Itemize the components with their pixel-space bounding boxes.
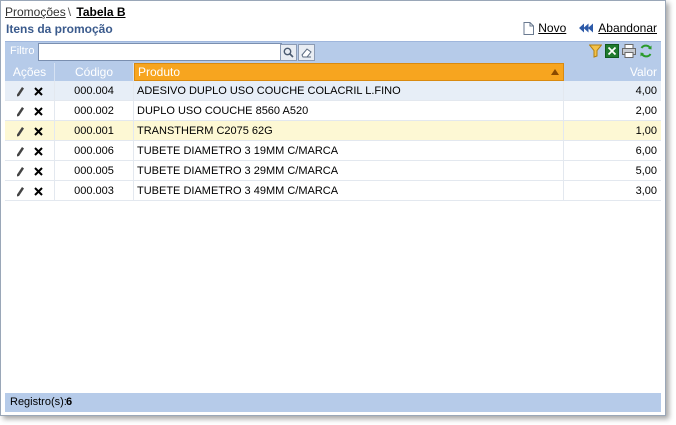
filter-label: Filtro: [10, 45, 35, 57]
table-row[interactable]: 000.005 TUBETE DIAMETRO 3 29MM C/MARCA 5…: [5, 161, 661, 181]
pencil-icon[interactable]: [16, 186, 25, 197]
excel-icon: [605, 44, 619, 58]
delete-icon[interactable]: [34, 146, 43, 156]
abandon-label: Abandonar: [598, 21, 657, 35]
new-label: Novo: [538, 21, 567, 35]
record-count-value: 6: [66, 396, 73, 408]
cell-product: TUBETE DIAMETRO 3 49MM C/MARCA: [134, 181, 564, 201]
row-actions: [5, 141, 55, 161]
grid-footer: Registro(s): 6: [5, 393, 661, 412]
pencil-icon[interactable]: [16, 106, 25, 117]
clear-filter-button[interactable]: [298, 44, 315, 61]
refresh-button[interactable]: [639, 44, 653, 58]
cell-code: 000.004: [55, 81, 134, 101]
cell-value: 5,00: [635, 165, 657, 177]
top-actions: Novo Abandonar: [511, 21, 657, 35]
pencil-icon[interactable]: [16, 86, 25, 97]
column-header-product-label: Produto: [138, 65, 181, 79]
cell-value: 4,00: [635, 85, 657, 97]
cell-product: TUBETE DIAMETRO 3 19MM C/MARCA: [134, 141, 564, 161]
document-icon: [523, 21, 535, 35]
column-header-value[interactable]: Valor: [564, 63, 661, 81]
table-row[interactable]: 000.004 ADESIVO DUPLO USO COUCHE COLACRI…: [5, 81, 661, 101]
filter-toggle-button[interactable]: [589, 44, 602, 58]
table-row[interactable]: 000.003 TUBETE DIAMETRO 3 49MM C/MARCA 3…: [5, 181, 661, 201]
breadcrumb-separator: \: [67, 5, 72, 19]
cell-code: 000.001: [55, 121, 134, 141]
cell-product: DUPLO USO COUCHE 8560 A520: [134, 101, 564, 121]
filter-input[interactable]: [38, 43, 282, 61]
delete-icon[interactable]: [34, 106, 43, 116]
cell-value: 1,00: [635, 125, 657, 137]
refresh-icon: [640, 44, 652, 58]
filter-bar: Filtro: [5, 41, 661, 63]
window: Promoções \ Tabela B Itens da promoção No…: [0, 0, 666, 416]
cell-code: 000.005: [55, 161, 134, 181]
items-grid: Ações Código Produto Valor 000.004 ADESI…: [5, 63, 661, 201]
cell-product: TUBETE DIAMETRO 3 29MM C/MARCA: [134, 161, 564, 181]
table-row[interactable]: 000.002 DUPLO USO COUCHE 8560 A520 2,00: [5, 101, 661, 121]
column-header-actions: Ações: [5, 63, 55, 81]
sort-asc-icon: [551, 69, 559, 75]
column-header-code[interactable]: Código: [55, 63, 134, 81]
row-actions: [5, 121, 55, 141]
cell-product: ADESIVO DUPLO USO COUCHE COLACRIL L.FINO: [134, 81, 564, 101]
filter-icon: [589, 44, 602, 58]
print-icon: [622, 44, 636, 58]
grid-tools: [586, 44, 653, 58]
cell-code: 000.006: [55, 141, 134, 161]
row-actions: [5, 81, 55, 101]
pencil-icon[interactable]: [16, 166, 25, 177]
cell-value: 2,00: [635, 105, 657, 117]
delete-icon[interactable]: [34, 86, 43, 96]
row-actions: [5, 101, 55, 121]
column-header-product[interactable]: Produto: [134, 63, 564, 81]
pencil-icon[interactable]: [16, 126, 25, 137]
eraser-icon: [301, 48, 312, 58]
table-row[interactable]: 000.001 TRANSTHERM C2075 62G 1,00: [5, 121, 661, 141]
cell-product: TRANSTHERM C2075 62G: [134, 121, 564, 141]
record-count-label: Registro(s):: [10, 396, 67, 408]
cell-value: 3,00: [635, 185, 657, 197]
pencil-icon[interactable]: [16, 146, 25, 157]
new-button[interactable]: Novo: [523, 21, 566, 35]
cell-code: 000.003: [55, 181, 134, 201]
delete-icon[interactable]: [34, 166, 43, 176]
cell-code: 000.002: [55, 101, 134, 121]
export-excel-button[interactable]: [605, 44, 619, 58]
row-actions: [5, 181, 55, 201]
breadcrumb-parent-link[interactable]: Promoções: [5, 5, 66, 19]
rewind-icon: [579, 23, 594, 33]
abandon-button[interactable]: Abandonar: [578, 21, 657, 35]
print-button[interactable]: [622, 44, 636, 58]
table-row[interactable]: 000.006 TUBETE DIAMETRO 3 19MM C/MARCA 6…: [5, 141, 661, 161]
row-actions: [5, 161, 55, 181]
cell-value: 6,00: [635, 145, 657, 157]
page-subtitle: Itens da promoção: [6, 22, 113, 36]
breadcrumb: Promoções \ Tabela B: [5, 5, 126, 19]
grid-header: Ações Código Produto Valor: [5, 63, 661, 81]
delete-icon[interactable]: [34, 186, 43, 196]
breadcrumb-current[interactable]: Tabela B: [76, 5, 125, 19]
search-icon: [283, 47, 294, 58]
search-button[interactable]: [280, 44, 297, 61]
delete-icon[interactable]: [34, 126, 43, 136]
